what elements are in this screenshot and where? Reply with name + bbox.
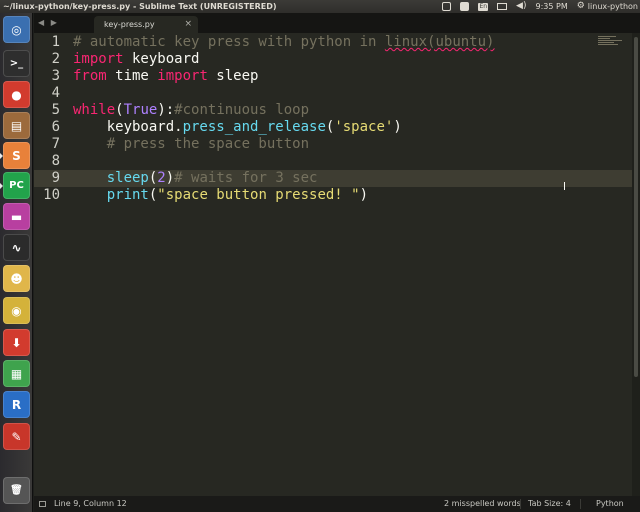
mail-icon[interactable]	[497, 3, 508, 10]
line-number-gutter: 1 2 3 4 5 6 7 8 9 10	[34, 33, 62, 496]
chrome-icon[interactable]: ●	[3, 81, 30, 108]
line-number: 2	[51, 51, 60, 67]
keyboard-language-indicator[interactable]: En	[478, 2, 489, 11]
red-app-icon[interactable]: ✎	[3, 423, 30, 450]
volume-icon[interactable]: ◀)	[516, 0, 526, 13]
clock[interactable]: 9:35 PM	[535, 0, 567, 13]
code-editor[interactable]: 1 2 3 4 5 6 7 8 9 10 # automatic key press with p…	[34, 33, 632, 496]
line-number: 4	[51, 85, 60, 101]
monkey-app-icon[interactable]: ☻	[3, 265, 30, 292]
software-updater-icon[interactable]: ⬇	[3, 329, 30, 356]
close-tab-icon[interactable]: ×	[184, 16, 192, 33]
vertical-scrollbar[interactable]	[632, 33, 640, 496]
code-line-2: import keyboard	[73, 51, 200, 67]
code-line-5: while(True):#continuous loop	[73, 102, 310, 118]
spelling-status[interactable]: 2 misspelled words	[444, 496, 521, 512]
window-title: ~/linux-python/key-press.py - Sublime Te…	[3, 2, 277, 11]
code-line-9: sleep(2)# waits for 3 sec	[73, 170, 318, 186]
running-app-indicator	[0, 153, 3, 159]
line-number: 6	[51, 119, 60, 135]
scrollbar-thumb[interactable]	[634, 37, 638, 377]
line-number: 3	[51, 68, 60, 84]
r-language-icon[interactable]: R	[3, 391, 30, 418]
app-icon[interactable]: ▬	[3, 203, 30, 230]
network-icon[interactable]	[460, 2, 470, 11]
sublime-text-icon[interactable]: S	[3, 142, 30, 169]
tab-bar: ◀ ▶ key-press.py ×	[34, 13, 640, 33]
tab-nav-arrows[interactable]: ◀ ▶	[38, 18, 59, 27]
line-number: 8	[51, 153, 60, 169]
code-line-1: # automatic key press with python in lin…	[73, 34, 495, 50]
status-bar: Line 9, Column 12 2 misspelled words Tab…	[34, 496, 640, 512]
settings-gear-icon[interactable]: ⚙	[577, 0, 585, 13]
code-line-7: # press the space button	[73, 136, 310, 152]
line-number: 10	[43, 187, 60, 203]
code-line-10: print("space button pressed! ")	[73, 187, 369, 203]
line-number: 7	[51, 136, 60, 152]
line-number: 5	[51, 102, 60, 118]
colorful-app-icon[interactable]: ▦	[3, 360, 30, 387]
line-number: 1	[51, 34, 60, 50]
launcher: ◎ >_ ● ▤ S PC ▬ ∿ ☻ ◉ ⬇ ▦ R ✎ 🗑	[0, 13, 33, 512]
system-tray: En ◀) 9:35 PM ⚙ linux-python	[433, 0, 638, 13]
syntax-selector[interactable]: Python	[596, 496, 624, 512]
speaker-app-icon[interactable]: ◉	[3, 297, 30, 324]
ubuntu-dash-icon[interactable]: ◎	[3, 16, 30, 43]
tab-size-selector[interactable]: Tab Size: 4	[528, 496, 571, 512]
tab-key-press[interactable]: key-press.py ×	[94, 16, 198, 33]
system-monitor-icon[interactable]: ∿	[3, 234, 30, 261]
code-line-6: keyboard.press_and_release('space')	[73, 119, 402, 135]
files-icon[interactable]: ▤	[3, 112, 30, 139]
top-panel: ~/linux-python/key-press.py - Sublime Te…	[0, 0, 640, 13]
pycharm-icon[interactable]: PC	[3, 172, 30, 199]
minimap[interactable]	[598, 36, 628, 50]
running-app-indicator	[0, 183, 3, 189]
panel-toggle-icon[interactable]	[39, 501, 46, 507]
line-number: 9	[51, 170, 60, 186]
cursor-position: Line 9, Column 12	[54, 499, 127, 508]
code-line-3: from time import sleep	[73, 68, 259, 84]
mouse-ibeam-cursor	[564, 182, 565, 190]
user-name[interactable]: linux-python	[588, 0, 638, 13]
dropbox-icon[interactable]	[442, 2, 452, 11]
tab-label: key-press.py	[104, 20, 155, 29]
trash-icon[interactable]: 🗑	[3, 477, 30, 504]
terminal-icon[interactable]: >_	[3, 50, 30, 77]
